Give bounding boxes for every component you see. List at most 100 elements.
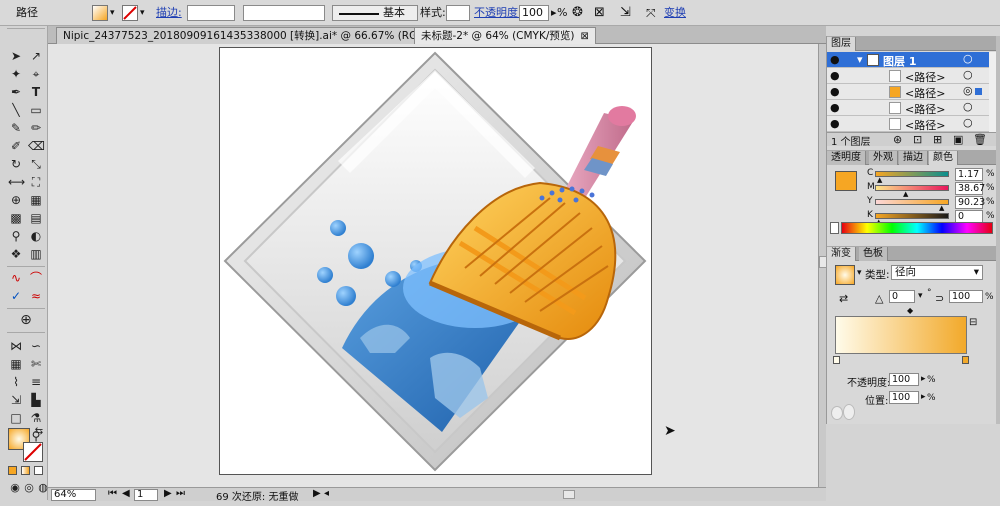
anchor-point-icon[interactable]: ⌒ [28, 270, 44, 286]
measure-icon[interactable]: ⇲ [8, 392, 24, 408]
zoom-select[interactable]: 64% [51, 489, 96, 501]
target-circle-icon[interactable]: ○ [963, 116, 973, 129]
blob-brush-icon[interactable]: ✐ [8, 138, 24, 154]
direct-selection-tool-icon[interactable]: ↗ [28, 48, 44, 64]
chevron-down-icon[interactable]: ▾ [857, 268, 862, 278]
align-icon[interactable]: ⊠ [594, 4, 605, 22]
eye-icon[interactable]: ● [830, 117, 840, 130]
mesh-tool-icon[interactable]: ▩ [8, 210, 24, 226]
tab-stroke[interactable]: 描边 [899, 151, 928, 165]
opacity-link[interactable]: 不透明度: [474, 4, 522, 22]
scissors-icon[interactable]: ≡ [28, 374, 44, 390]
magic-wand-icon[interactable]: ✦ [8, 66, 24, 82]
target-selected-icon[interactable]: ◎ [963, 84, 973, 97]
aspect-ratio-input[interactable]: 100 [949, 290, 983, 303]
delete-stop-icon[interactable]: ⊟ [969, 317, 977, 328]
pen-tool-icon[interactable]: ✒ [8, 84, 24, 100]
first-artboard-icon[interactable]: ⏮ [108, 488, 117, 499]
stroke-link[interactable]: 描边: [156, 4, 182, 22]
gradient-stop-start[interactable] [833, 356, 840, 364]
midpoint-diamond-icon[interactable]: ◆ [907, 306, 913, 315]
column-graph-icon[interactable]: ▥ [28, 246, 44, 262]
expand-icon[interactable]: ▾ [857, 53, 863, 66]
tab-layers[interactable]: 图层 [827, 37, 856, 51]
target-circle-icon[interactable]: ○ [963, 68, 973, 81]
layer-row[interactable]: ● ▾ 图层 1 ○ [827, 52, 989, 68]
artboard-select[interactable]: 1 [134, 489, 158, 501]
transform-icon[interactable]: ⤧ [646, 4, 656, 22]
new-sublayer-icon[interactable]: ⊞ [933, 133, 942, 146]
status-menu-icon[interactable]: ▶ [313, 488, 321, 499]
artwork[interactable] [220, 48, 651, 474]
vertical-scrollbar[interactable] [818, 44, 827, 487]
close-icon[interactable]: ⊠ [581, 31, 589, 42]
artboard-icon[interactable]: □ [8, 410, 24, 426]
curvature-icon[interactable]: ∿ [8, 270, 24, 286]
eye-icon[interactable]: ● [830, 101, 840, 114]
layer-row[interactable]: ● <路径> ○ [827, 100, 989, 116]
knife-icon[interactable]: ⌇ [8, 374, 24, 390]
gradient-ramp[interactable] [835, 316, 967, 354]
graphic-style-select[interactable] [446, 5, 470, 21]
target-circle-icon[interactable]: ○ [963, 52, 973, 65]
stroke-swatch[interactable] [122, 5, 138, 21]
recolor-artwork-icon[interactable]: ❂ [572, 4, 583, 22]
swap-colors-icon[interactable]: ⇆ [31, 424, 47, 440]
bar-graph-icon[interactable]: ▙ [28, 392, 44, 408]
tab-gradient[interactable]: 渐变 [827, 247, 856, 261]
none-mode-icon[interactable] [34, 466, 43, 475]
layer-row[interactable]: ● <路径> ○ [827, 68, 989, 84]
layer-row[interactable]: ● <路径> ◎ [827, 84, 989, 100]
stop-opacity-dropdown-icon[interactable]: ▸ [921, 374, 926, 384]
shape-builder-icon[interactable]: ⊕ [8, 192, 24, 208]
scale-tool-icon[interactable]: ⤡ [28, 156, 44, 172]
color-mode-icon[interactable] [8, 466, 17, 475]
color-spectrum-bar[interactable] [841, 222, 993, 234]
opacity-chevron-icon[interactable]: ▸ [551, 4, 557, 22]
selection-tool-icon[interactable]: ➤ [8, 48, 24, 64]
chevron-down-icon[interactable]: ▾ [140, 4, 145, 22]
smooth-tool-icon[interactable]: ≈ [28, 288, 44, 304]
angle-dropdown-icon[interactable]: ▾ [918, 291, 923, 301]
scroll-left-icon[interactable]: ◂ [324, 488, 329, 499]
tab-transparency[interactable]: 透明度 [827, 151, 866, 165]
artboard[interactable] [219, 47, 652, 475]
stop-opacity-input[interactable]: 100 [889, 373, 919, 386]
gradient-mode-icon[interactable] [21, 466, 30, 475]
opacity-input[interactable]: 100 [519, 5, 549, 21]
horizontal-scrollbar-thumb[interactable] [563, 490, 575, 499]
eye-icon[interactable]: ● [830, 69, 840, 82]
new-layer-icon[interactable]: ▣ [953, 133, 963, 146]
tab-swatches[interactable]: 色板 [859, 247, 888, 261]
next-artboard-icon[interactable]: ▶ [164, 488, 172, 499]
twirl-icon[interactable]: ∽ [28, 338, 44, 354]
gradient-tool-icon[interactable]: ▤ [28, 210, 44, 226]
variable-width-select[interactable] [243, 5, 325, 21]
target-icon[interactable]: ⊕ [18, 312, 34, 328]
fill-swatch[interactable] [92, 5, 108, 21]
warp-icon[interactable]: ⋈ [8, 338, 24, 354]
tab-color[interactable]: 颜色 [929, 151, 958, 165]
stop-location-input[interactable]: 100 [889, 391, 919, 404]
canvas-area[interactable]: ➤ [48, 44, 818, 487]
eraser-icon[interactable]: ⌫ [28, 138, 45, 154]
line-tool-icon[interactable]: ╲ [8, 102, 24, 118]
make-clipping-mask-icon[interactable]: ⊡ [913, 133, 922, 146]
free-transform-icon[interactable]: ⛶ [28, 174, 44, 190]
none-swatch[interactable] [830, 222, 839, 234]
reverse-gradient-icon[interactable]: ⇄ [839, 292, 848, 305]
last-artboard-icon[interactable]: ⏭ [176, 488, 185, 499]
width-tool-icon[interactable]: ⟷ [8, 174, 25, 190]
blend-tool-icon[interactable]: ◐ [28, 228, 44, 244]
eyedropper-icon[interactable]: ⚲ [8, 228, 24, 244]
vertical-scrollbar-thumb[interactable] [819, 256, 827, 268]
target-circle-icon[interactable]: ○ [963, 100, 973, 113]
add-anchor-icon[interactable]: ✓ [8, 288, 24, 304]
transform-link[interactable]: 变换 [664, 4, 686, 22]
chevron-down-icon[interactable]: ▾ [110, 4, 115, 22]
symbol-sprayer-icon[interactable]: ❖ [8, 246, 24, 262]
tab-appearance[interactable]: 外观 [869, 151, 898, 165]
stop-location-dropdown-icon[interactable]: ▸ [921, 392, 926, 402]
gradient-preview-swatch[interactable] [835, 265, 855, 285]
type-tool-icon[interactable]: T [28, 84, 44, 100]
